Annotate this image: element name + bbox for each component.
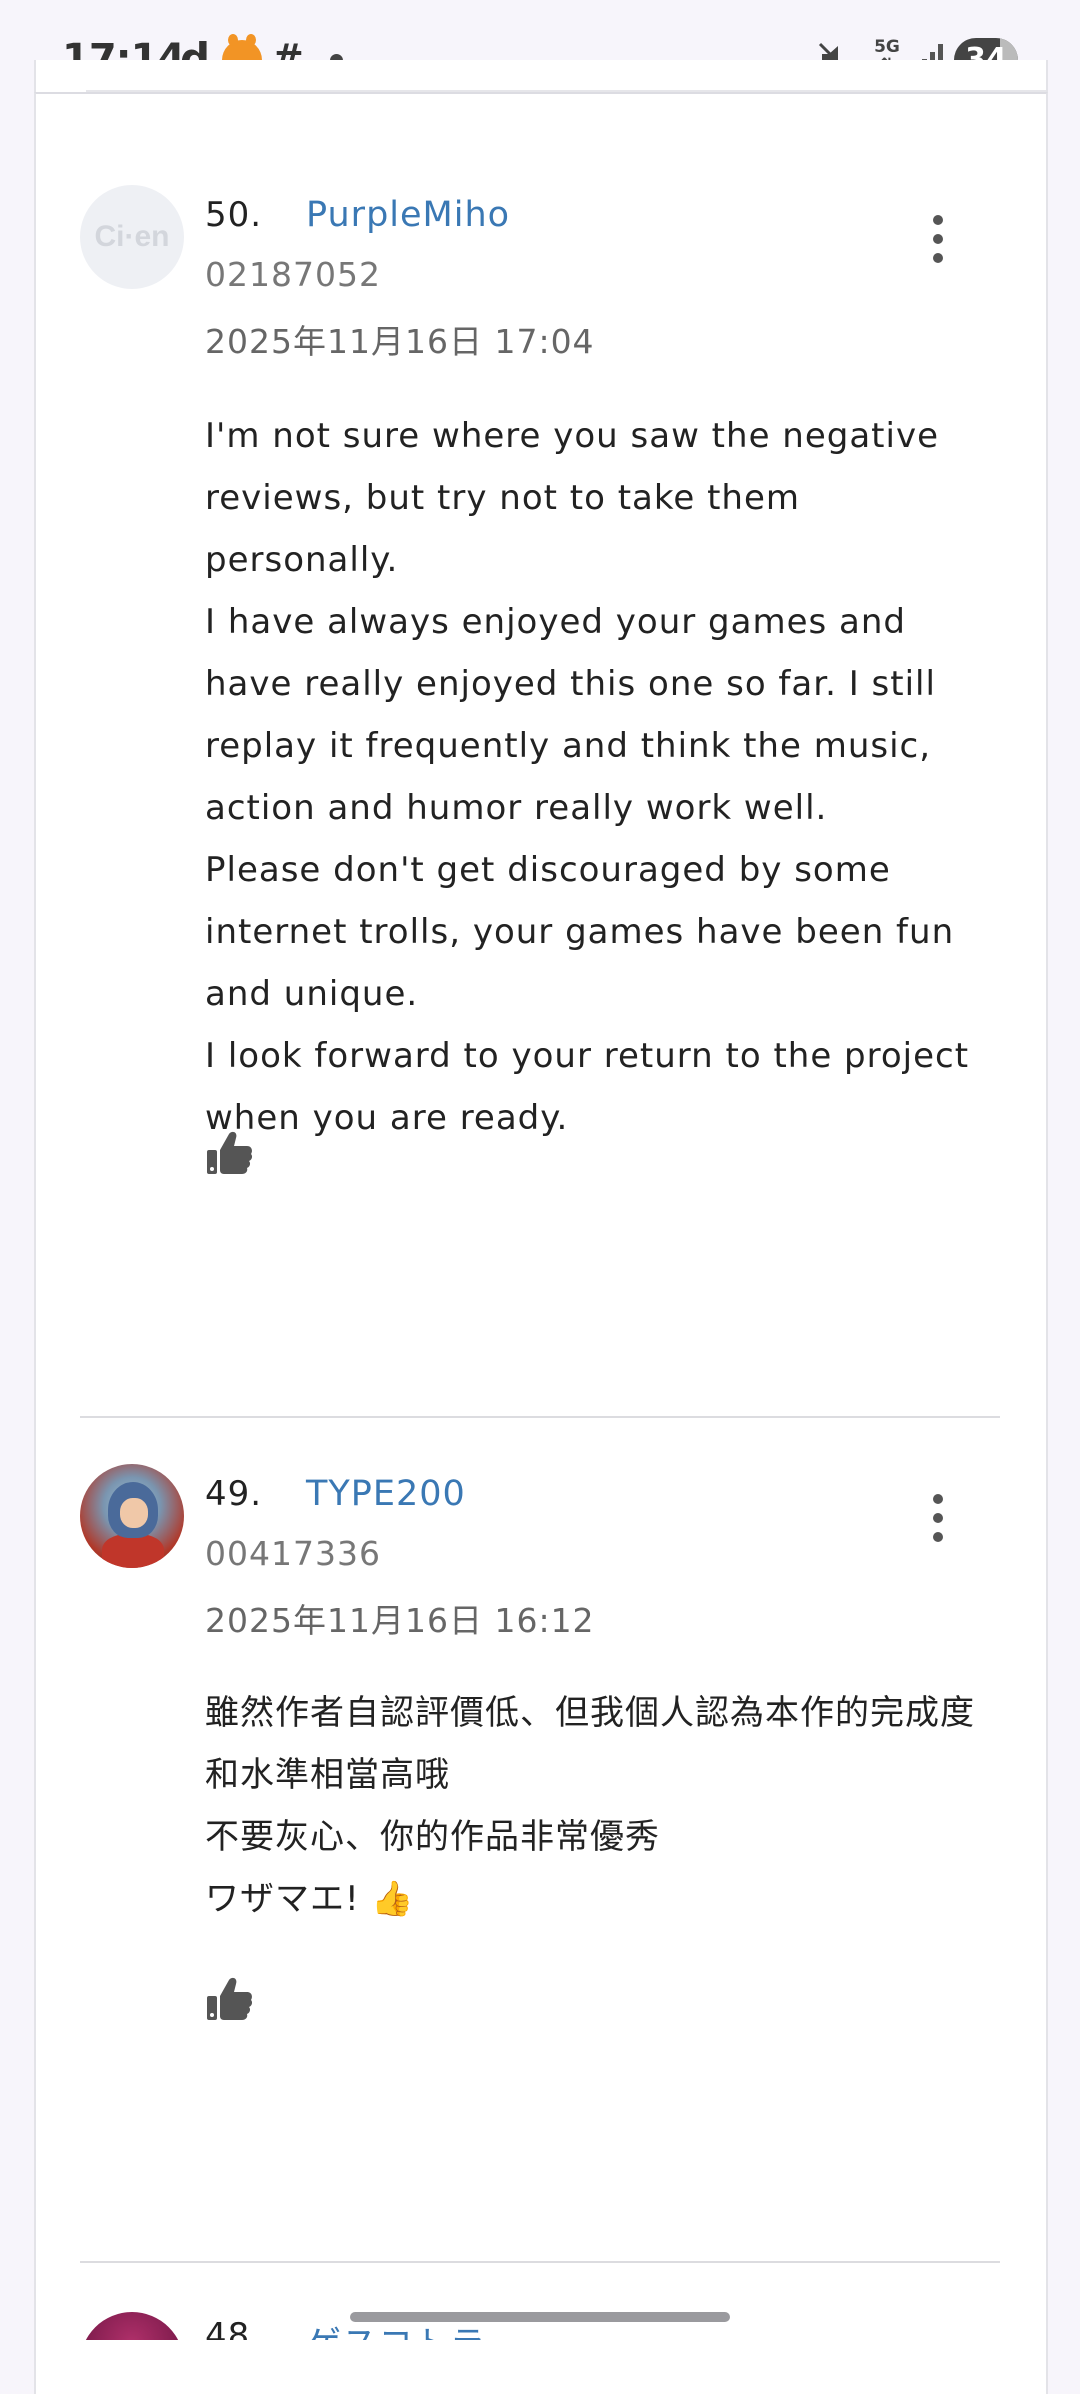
more-options-icon[interactable]	[923, 1494, 953, 1544]
comment-number: 49.	[205, 1474, 263, 1514]
user-id: 02187052	[205, 255, 381, 294]
comment-item: 49. TYPE200 00417336 2025年11月16日 16:12 雖…	[80, 1464, 1000, 2044]
comment-number: 48.	[205, 2316, 263, 2340]
user-id: 00417336	[205, 1534, 381, 1573]
more-options-icon[interactable]	[923, 215, 953, 265]
username-link[interactable]: PurpleMiho	[306, 195, 510, 235]
divider	[80, 1416, 1000, 1418]
comment-number: 50.	[205, 195, 263, 235]
comment-date: 2025年11月16日 17:04	[205, 322, 595, 361]
username-link[interactable]: TYPE200	[306, 1474, 466, 1514]
comment-body: 雖然作者自認評價低、但我個人認為本作的完成度和水準相當高哦 不要灰心、你的作品非…	[205, 1693, 975, 1919]
home-indicator[interactable]	[350, 2312, 730, 2322]
avatar[interactable]	[80, 2312, 184, 2340]
comment-body: I'm not sure where you saw the negative …	[205, 416, 970, 1138]
previous-card-edge	[34, 60, 1048, 92]
divider	[80, 2261, 1000, 2263]
thumbs-up-icon[interactable]	[205, 1128, 255, 1178]
avatar[interactable]: Ci·en	[80, 185, 184, 289]
avatar[interactable]	[80, 1464, 184, 1568]
comment-item: Ci·en 50. PurpleMiho 02187052 2025年11月16…	[80, 185, 1000, 1185]
cien-avatar-logo: Ci·en	[94, 220, 170, 253]
thumbs-up-icon[interactable]	[205, 1974, 255, 2024]
comment-date: 2025年11月16日 16:12	[205, 1601, 595, 1640]
